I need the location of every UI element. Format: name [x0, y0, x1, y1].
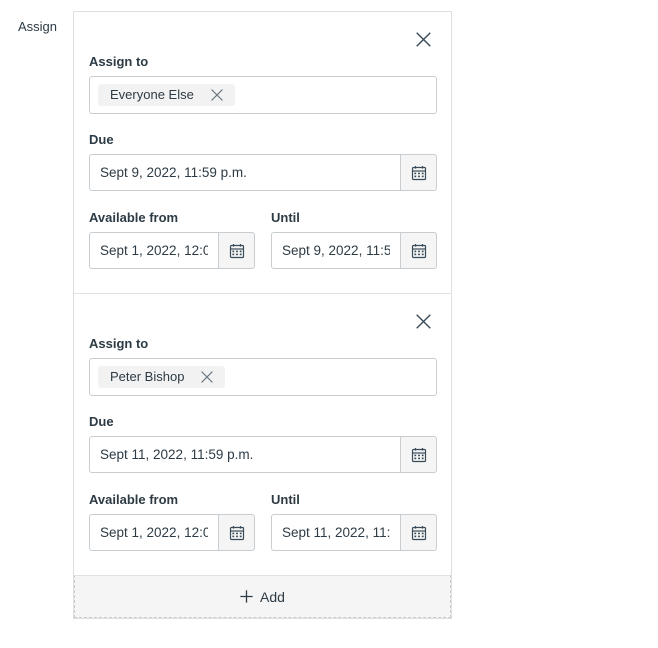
- calendar-icon: [411, 447, 427, 463]
- assignee-token: Everyone Else: [98, 84, 235, 106]
- assign-to-token-field[interactable]: Everyone Else: [89, 76, 437, 114]
- due-date-control: [89, 154, 437, 191]
- close-x-icon: [416, 314, 431, 329]
- until-group: Until: [271, 492, 437, 551]
- close-icon-button[interactable]: [412, 28, 434, 50]
- calendar-icon: [411, 525, 427, 541]
- add-override-label: Add: [260, 589, 285, 605]
- add-override-button[interactable]: Add: [74, 575, 451, 618]
- due-date-row: [89, 436, 437, 473]
- due-label: Due: [89, 132, 436, 148]
- due-date-input[interactable]: [89, 154, 400, 191]
- close-icon-button[interactable]: [412, 310, 434, 332]
- available-from-calendar-button[interactable]: [218, 514, 255, 551]
- close-x-icon: [416, 32, 431, 47]
- until-label: Until: [271, 210, 437, 226]
- available-from-group: Available from: [89, 492, 255, 551]
- available-from-label: Available from: [89, 210, 255, 226]
- available-from-group: Available from: [89, 210, 255, 269]
- calendar-icon: [229, 525, 245, 541]
- until-control: [271, 232, 437, 269]
- calendar-icon: [411, 243, 427, 259]
- until-input[interactable]: [271, 232, 400, 269]
- override-block: Assign to Everyone Else Due: [74, 12, 451, 293]
- due-date-input[interactable]: [89, 436, 400, 473]
- availability-row: Available from: [89, 492, 437, 551]
- until-control: [271, 514, 437, 551]
- due-date-control: [89, 436, 437, 473]
- add-override-inner: Add: [240, 589, 285, 605]
- calendar-icon: [411, 165, 427, 181]
- due-date-calendar-button[interactable]: [400, 154, 437, 191]
- available-from-control: [89, 232, 255, 269]
- until-input[interactable]: [271, 514, 400, 551]
- plus-icon: [240, 590, 253, 603]
- available-from-input[interactable]: [89, 514, 218, 551]
- assign-to-label: Assign to: [89, 294, 436, 352]
- assignee-token-label: Everyone Else: [110, 87, 194, 103]
- remove-assignee-icon-button[interactable]: [208, 86, 226, 104]
- close-x-icon: [211, 89, 223, 101]
- available-from-control: [89, 514, 255, 551]
- assign-overrides-card: Assign to Everyone Else Due: [73, 11, 452, 619]
- due-date-calendar-button[interactable]: [400, 436, 437, 473]
- until-group: Until: [271, 210, 437, 269]
- calendar-icon: [229, 243, 245, 259]
- until-calendar-button[interactable]: [400, 514, 437, 551]
- assign-to-token-field[interactable]: Peter Bishop: [89, 358, 437, 396]
- due-label: Due: [89, 414, 436, 430]
- available-from-calendar-button[interactable]: [218, 232, 255, 269]
- assignee-token: Peter Bishop: [98, 366, 225, 388]
- override-block: Assign to Peter Bishop Due: [74, 293, 451, 575]
- close-x-icon: [201, 371, 213, 383]
- assignee-token-label: Peter Bishop: [110, 369, 184, 385]
- assign-overrides-screen: Assign Assign to Everyone Else: [0, 0, 658, 648]
- remove-assignee-icon-button[interactable]: [198, 368, 216, 386]
- assign-section-label: Assign: [18, 19, 57, 35]
- due-date-row: [89, 154, 437, 191]
- available-from-label: Available from: [89, 492, 255, 508]
- available-from-input[interactable]: [89, 232, 218, 269]
- until-calendar-button[interactable]: [400, 232, 437, 269]
- assign-to-label: Assign to: [89, 12, 436, 70]
- availability-row: Available from: [89, 210, 437, 269]
- until-label: Until: [271, 492, 437, 508]
